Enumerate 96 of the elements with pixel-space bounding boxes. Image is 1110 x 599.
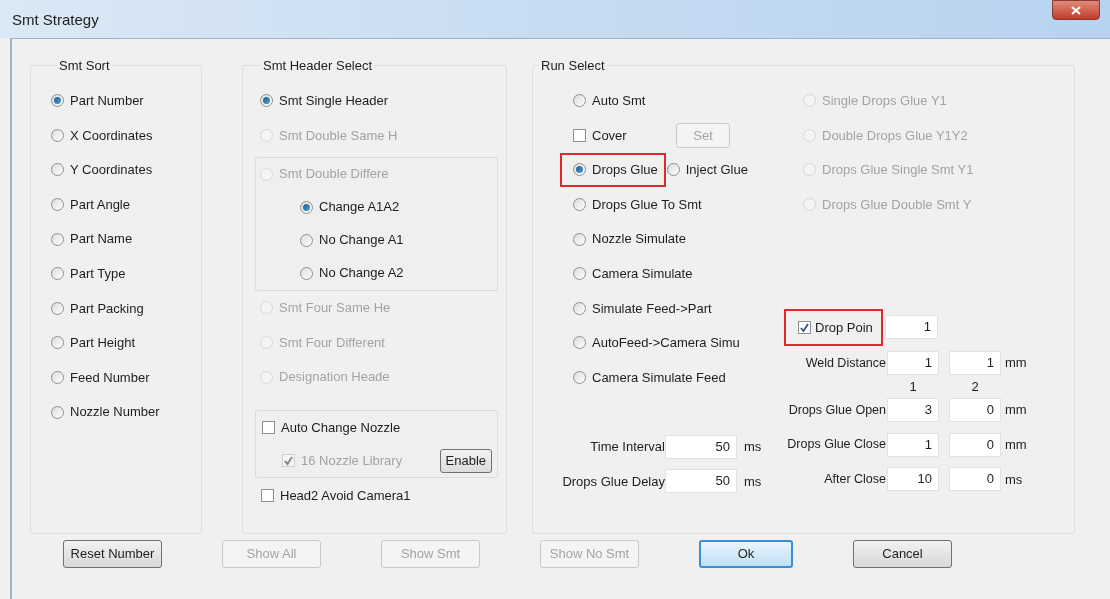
field-label: Weld Distance [804, 354, 887, 372]
field-label: After Close [823, 471, 887, 488]
radio-button[interactable] [51, 128, 64, 142]
radio-label: Feed Number [70, 368, 150, 387]
radio-label: Y Coordinates [70, 161, 153, 180]
field-label: Time Interval [589, 438, 665, 456]
input-field[interactable]: 0 [949, 467, 1001, 492]
radio-label: Nozzle Number [70, 403, 160, 422]
radio-label: Auto Smt [592, 92, 646, 111]
group-title: Run Select [540, 57, 606, 75]
radio-label: Drops Glue To Smt [592, 195, 702, 214]
window-title: Smt Strategy [12, 10, 99, 30]
radio-button[interactable] [573, 232, 586, 246]
close-icon [1071, 5, 1081, 15]
radio-label: 16 Nozzle Library [301, 452, 403, 471]
radio-label: Designation Heade [279, 368, 390, 387]
radio-button[interactable] [51, 94, 64, 108]
checkbox[interactable] [798, 320, 811, 334]
column-header: 1 [908, 378, 918, 397]
radio-label: Part Type [70, 265, 126, 283]
radio-label: Part Name [70, 230, 133, 249]
input-field[interactable]: 1 [887, 432, 939, 457]
radio-button[interactable] [573, 198, 586, 212]
unit-label: mm [1005, 401, 1027, 420]
radio-button[interactable] [51, 163, 64, 177]
column-header: 2 [970, 378, 980, 397]
radio-label: Drops Glue Single Smt Y1 [822, 161, 974, 180]
radio-label: Change A1A2 [319, 198, 400, 217]
radio-button[interactable] [51, 336, 64, 350]
radio-label: Part Height [70, 334, 136, 353]
radio-label: Drop Poin [815, 318, 873, 337]
input-field[interactable]: 0 [949, 398, 1001, 423]
field-label: Drops Glue Close [786, 436, 887, 454]
radio-label: Part Number [70, 92, 144, 111]
dialog-button[interactable]: Cancel [853, 540, 952, 568]
checkbox[interactable] [573, 128, 586, 142]
radio-label: Head2 Avoid Camera1 [280, 486, 411, 505]
radio-button[interactable] [51, 371, 64, 385]
field-label: Drops Glue Open [787, 401, 887, 419]
input-field[interactable]: 3 [887, 398, 939, 423]
radio-label: No Change A1 [319, 231, 404, 250]
radio-label: Smt Double Differe [279, 165, 389, 184]
radio-label: Single Drops Glue Y1 [822, 92, 947, 111]
input-field[interactable]: 50 [665, 434, 737, 459]
radio-button[interactable] [573, 371, 586, 385]
radio-button[interactable] [51, 405, 64, 419]
radio-label: Smt Double Same H [279, 126, 398, 145]
unit-label: ms [744, 472, 762, 491]
checkbox[interactable] [262, 421, 275, 435]
radio-label: Inject Glue [685, 161, 748, 180]
input-field[interactable]: 1 [885, 315, 938, 340]
unit-label: ms [744, 438, 762, 456]
input-field[interactable]: 0 [949, 432, 1001, 457]
field-label: Drops Glue Delay [561, 472, 665, 491]
radio-label: Drops Glue Double Smt Y [822, 195, 972, 214]
radio-button[interactable] [573, 301, 586, 315]
radio-button[interactable] [666, 163, 680, 177]
radio-label: Smt Four Different [279, 333, 385, 352]
radio-label: Cover [592, 126, 628, 145]
radio-button[interactable] [51, 198, 64, 212]
unit-label: ms [1005, 470, 1023, 489]
radio-label: Camera Simulate Feed [592, 368, 726, 387]
input-field[interactable]: 1 [949, 350, 1001, 375]
unit-label: mm [1005, 354, 1027, 373]
enable-button[interactable]: Enable [439, 448, 492, 473]
radio-label: Part Packing [70, 299, 144, 318]
radio-label: AutoFeed->Camera Simu [592, 334, 740, 353]
radio-label: No Change A2 [319, 264, 404, 283]
radio-label: Smt Four Same He [279, 299, 391, 318]
radio-button[interactable] [260, 94, 273, 108]
radio-button[interactable] [51, 267, 64, 281]
group-title: Smt Header Select [262, 57, 374, 75]
dialog-button[interactable]: Reset Number [63, 540, 162, 568]
radio-button[interactable] [573, 94, 586, 108]
radio-button[interactable] [573, 163, 586, 177]
radio-button[interactable] [51, 301, 64, 315]
radio-label: Double Drops Glue Y1Y2 [822, 126, 968, 145]
radio-label: Smt Single Header [279, 92, 389, 111]
radio-label: Nozzle Simulate [592, 230, 686, 249]
close-button[interactable] [1052, 0, 1100, 20]
group-title: Smt Sort [58, 57, 111, 75]
input-field[interactable]: 50 [665, 469, 737, 494]
radio-label: Camera Simulate [592, 265, 693, 283]
radio-label: Part Angle [70, 195, 130, 214]
radio-label: Simulate Feed->Part [592, 299, 712, 318]
dialog-button[interactable]: Ok [699, 540, 793, 568]
input-field[interactable]: 10 [887, 467, 939, 492]
radio-button[interactable] [573, 336, 586, 350]
unit-label: mm [1005, 436, 1027, 454]
radio-button[interactable] [51, 232, 64, 246]
radio-button[interactable] [573, 267, 586, 281]
radio-label: Drops Glue [592, 161, 658, 180]
radio-label: X Coordinates [70, 126, 153, 145]
checkbox[interactable] [261, 488, 274, 502]
radio-label: Auto Change Nozzle [281, 419, 401, 438]
input-field[interactable]: 1 [887, 350, 939, 375]
